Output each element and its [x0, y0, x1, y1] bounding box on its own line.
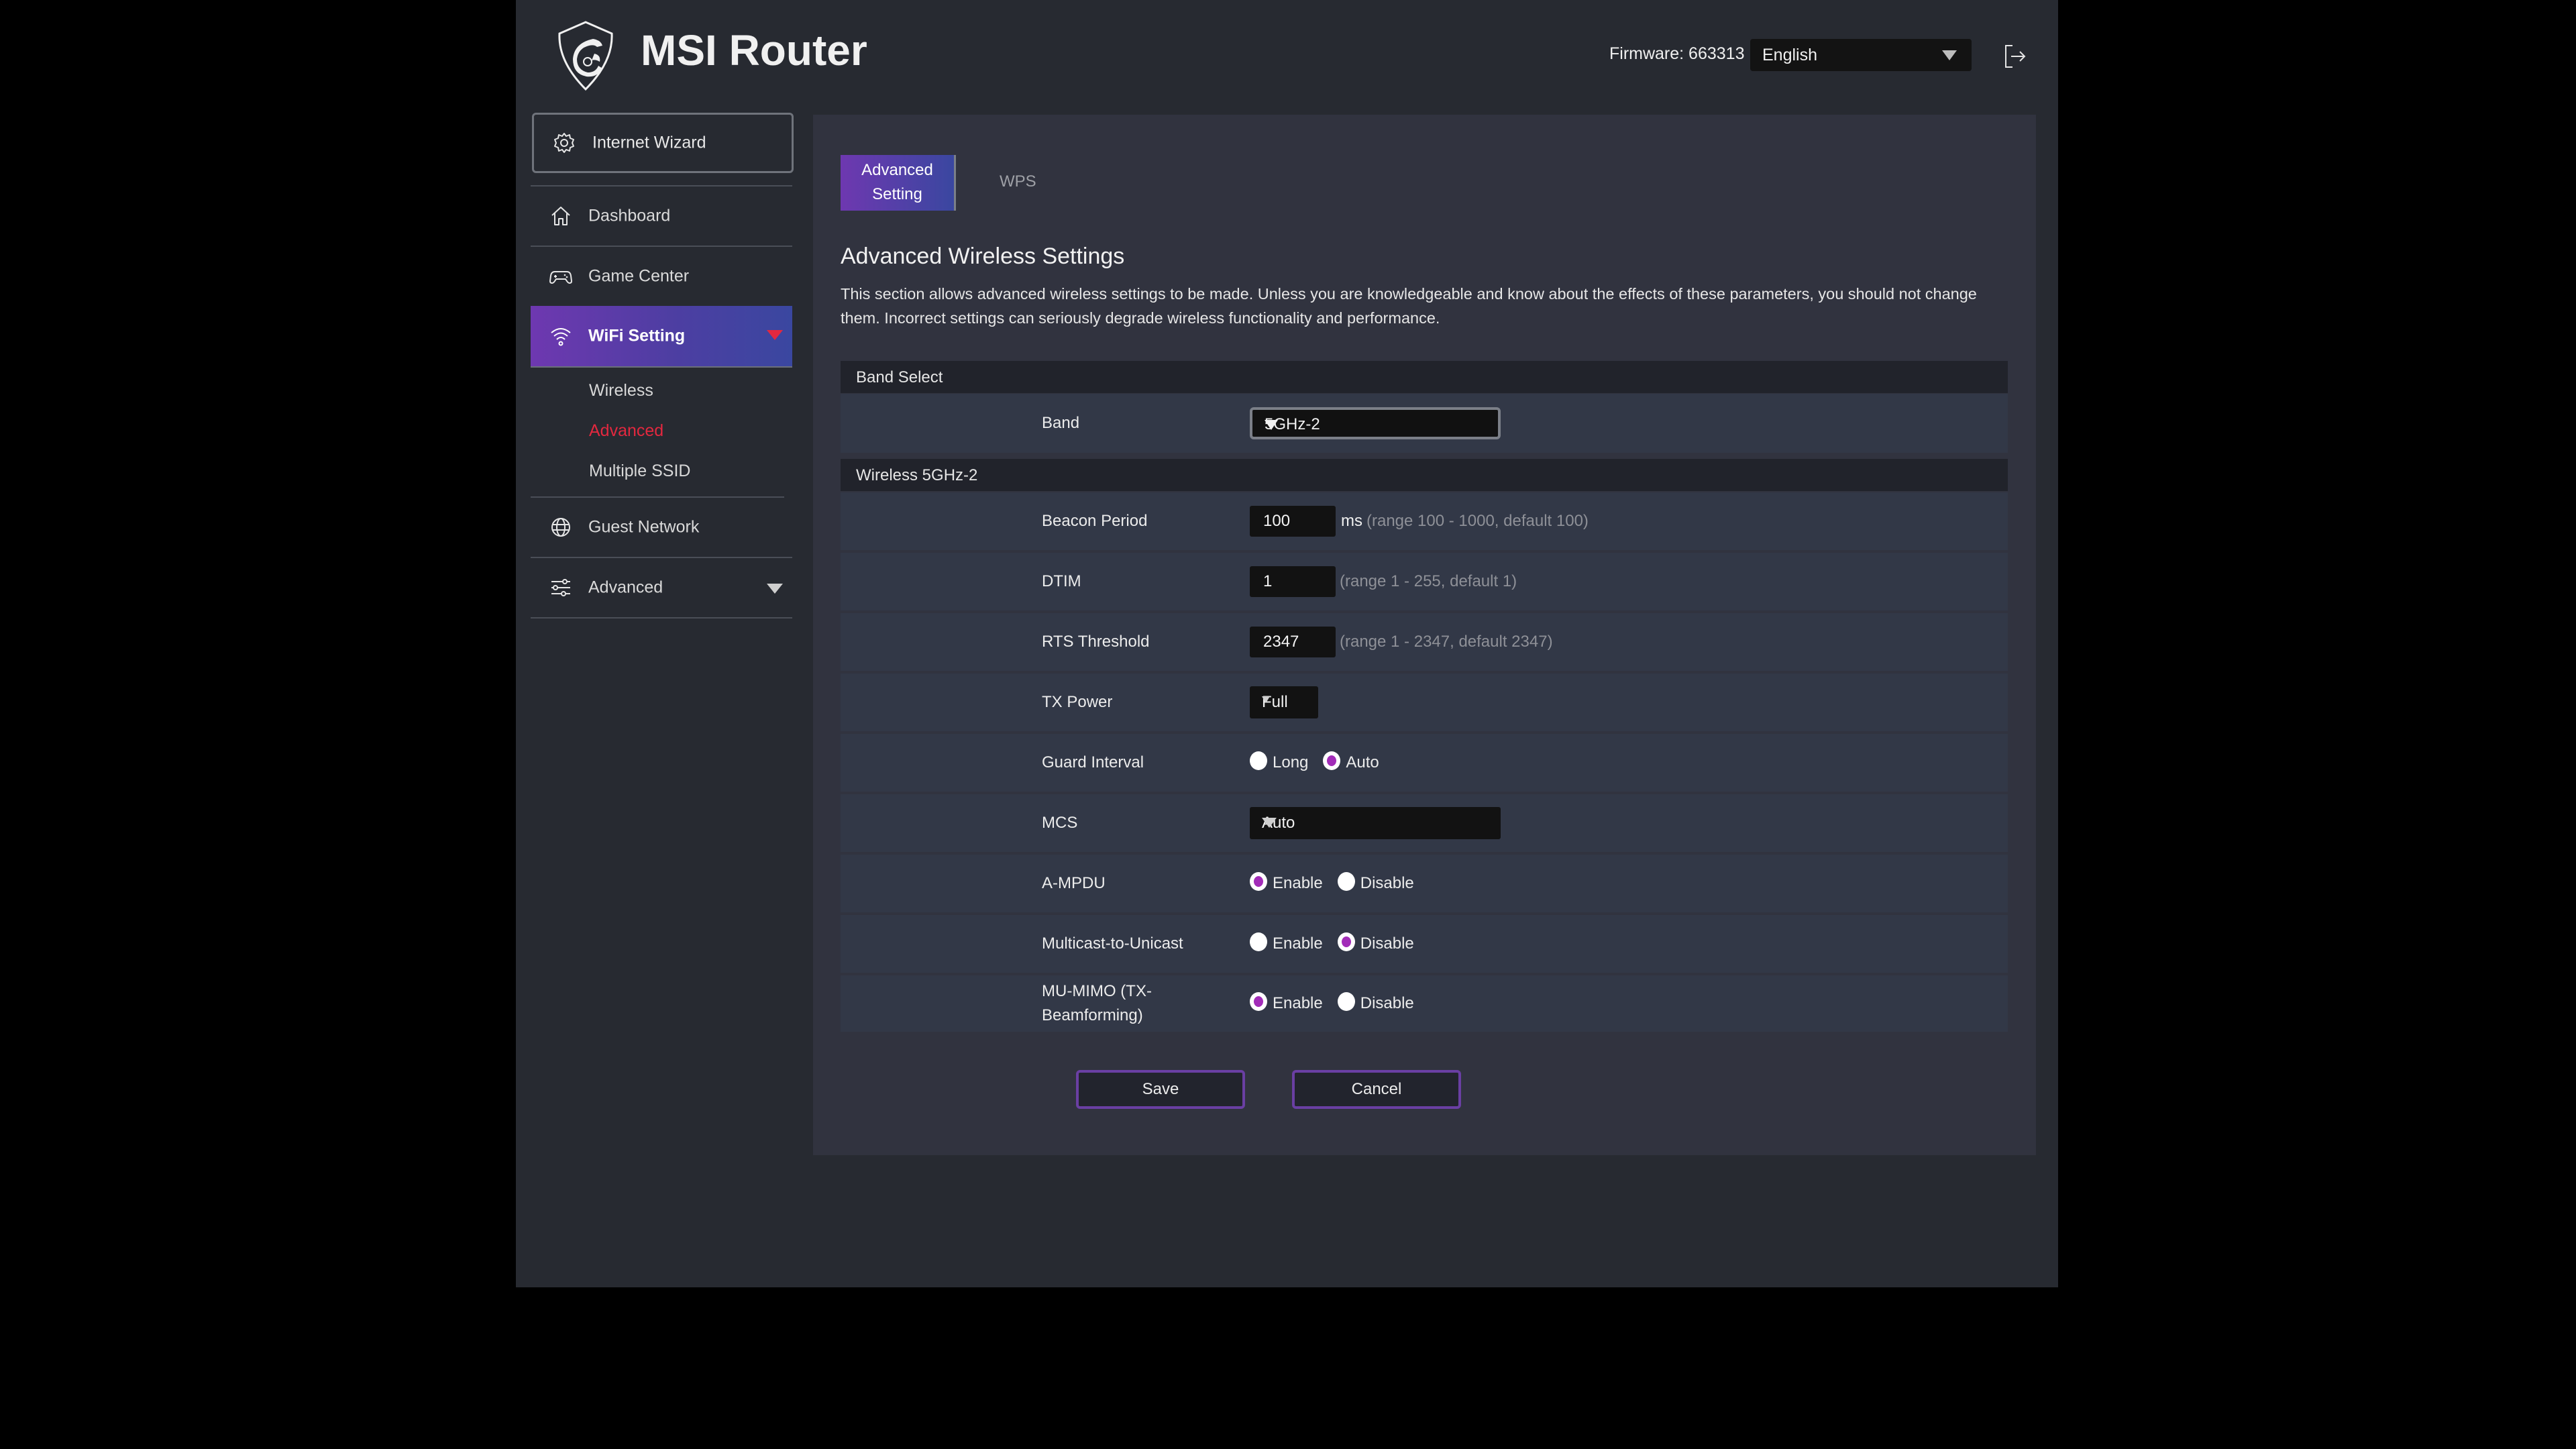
submenu-item-wireless[interactable]: Wireless	[531, 370, 784, 411]
rts-threshold-value: 2347	[1263, 633, 1299, 651]
beacon-period-label: Beacon Period	[1042, 512, 1148, 530]
chevron-down-icon[interactable]	[767, 330, 783, 340]
submenu-label: Multiple SSID	[589, 462, 691, 480]
dtim-hint: (range 1 - 255, default 1)	[1340, 572, 1517, 590]
content-panel: Advanced Setting WPS Advanced Wireless S…	[813, 115, 2036, 1155]
section-title: Wireless 5GHz-2	[856, 466, 978, 484]
home-icon	[551, 207, 570, 225]
form-row-tx-power: TX Power Full	[841, 674, 2008, 731]
rts-threshold-input[interactable]: 2347	[1250, 627, 1336, 657]
beacon-unit: ms	[1341, 512, 1362, 530]
gamepad-icon	[549, 271, 572, 284]
wifi-submenu: Wireless Advanced Multiple SSID	[531, 368, 784, 498]
language-select[interactable]: English	[1750, 39, 1972, 71]
tab-advanced-setting[interactable]: Advanced Setting	[841, 155, 956, 211]
chevron-down-icon	[1262, 696, 1270, 703]
page-description: This section allows advanced wireless se…	[841, 285, 1977, 327]
language-value: English	[1762, 46, 1817, 64]
guard-interval-auto-radio[interactable]	[1323, 751, 1341, 770]
sidebar-item-guest-network[interactable]: Guest Network	[531, 498, 792, 558]
mu-mimo-enable-radio[interactable]	[1250, 992, 1267, 1011]
form-row-mu-mimo: MU-MIMO (TX-Beamforming) Enable Disable	[841, 975, 2008, 1032]
submenu-item-advanced[interactable]: Advanced	[531, 411, 784, 451]
sidebar-item-label: Game Center	[588, 266, 690, 286]
tx-power-select[interactable]: Full	[1250, 686, 1318, 718]
form-row-multicast-to-unicast: Multicast-to-Unicast Enable Disable	[841, 915, 2008, 973]
ampdu-label: A-MPDU	[1042, 874, 1106, 892]
radio-label: Disable	[1360, 994, 1414, 1012]
rts-threshold-label: RTS Threshold	[1042, 633, 1150, 651]
dtim-input[interactable]: 1	[1250, 566, 1336, 597]
sidebar-item-dashboard[interactable]: Dashboard	[531, 186, 792, 247]
m2u-disable-radio[interactable]	[1337, 932, 1355, 951]
submenu-item-multiple-ssid[interactable]: Multiple SSID	[531, 451, 784, 491]
form-row-ampdu: A-MPDU Enable Disable	[841, 855, 2008, 912]
beacon-period-input[interactable]: 100	[1250, 506, 1336, 537]
internet-wizard-label: Internet Wizard	[592, 133, 706, 152]
radio-label: Long	[1273, 753, 1309, 771]
sidebar-item-label: Guest Network	[588, 517, 700, 537]
radio-label: Auto	[1346, 753, 1379, 771]
radio-label: Enable	[1273, 994, 1323, 1012]
sidebar-item-game-center[interactable]: Game Center	[531, 247, 792, 306]
tx-power-label: TX Power	[1042, 693, 1113, 711]
page-title: Advanced Wireless Settings	[841, 244, 1125, 269]
radio-label: Disable	[1360, 934, 1414, 953]
dtim-value: 1	[1263, 572, 1273, 590]
firmware-version: Firmware: 663313	[1609, 44, 1745, 63]
gear-icon	[554, 133, 574, 153]
cancel-button[interactable]: Cancel	[1292, 1070, 1461, 1109]
sidebar-item-label: Advanced	[588, 578, 663, 597]
guard-interval-label: Guard Interval	[1042, 753, 1144, 771]
globe-icon	[551, 518, 570, 537]
section-title: Band Select	[856, 368, 943, 386]
tab-wps[interactable]: WPS	[1000, 172, 1036, 191]
chevron-down-icon	[1942, 50, 1957, 60]
beacon-period-value: 100	[1263, 512, 1291, 530]
section-header-wireless: Wireless 5GHz-2	[841, 459, 2008, 491]
guard-interval-long-radio[interactable]	[1250, 751, 1267, 770]
sidebar-item-wifi-setting[interactable]: WiFi Setting	[531, 306, 792, 368]
form-row-guard-interval: Guard Interval Long Auto	[841, 734, 2008, 792]
beacon-hint: (range 100 - 1000, default 100)	[1366, 512, 1589, 530]
multicast-to-unicast-label: Multicast-to-Unicast	[1042, 934, 1183, 953]
dtim-label: DTIM	[1042, 572, 1081, 590]
form-row-mcs: MCS Auto	[841, 794, 2008, 852]
band-label: Band	[1042, 414, 1080, 432]
mcs-select[interactable]: Auto	[1250, 807, 1501, 839]
form-row-band: Band 5GHz-2	[841, 394, 2008, 453]
radio-label: Enable	[1273, 874, 1323, 892]
internet-wizard-button[interactable]: Internet Wizard	[532, 113, 794, 173]
router-app: MSI Router Firmware: 663313 English Inte…	[516, 0, 2058, 1287]
wifi-icon	[551, 328, 571, 346]
brand-title: MSI Router	[641, 26, 867, 74]
sidebar: Internet Wizard Dashboard Game Center Wi…	[531, 113, 794, 619]
sidebar-item-label: WiFi Setting	[588, 326, 686, 345]
section-header-band-select: Band Select	[841, 361, 2008, 393]
form-row-rts-threshold: RTS Threshold 2347 (range 1 - 2347, defa…	[841, 613, 2008, 671]
mcs-label: MCS	[1042, 814, 1078, 832]
logout-icon[interactable]	[2002, 43, 2029, 70]
mu-mimo-label: MU-MIMO (TX-Beamforming)	[1042, 982, 1152, 1024]
rts-hint: (range 1 - 2347, default 2347)	[1340, 633, 1553, 651]
submenu-label: Advanced	[589, 421, 664, 440]
sliders-icon	[551, 579, 570, 596]
form-row-beacon-period: Beacon Period 100 ms (range 100 - 1000, …	[841, 492, 2008, 550]
ampdu-enable-radio[interactable]	[1250, 872, 1267, 891]
chevron-down-icon	[1262, 818, 1277, 828]
save-button[interactable]: Save	[1076, 1070, 1245, 1109]
sidebar-item-label: Dashboard	[588, 206, 671, 225]
band-select[interactable]: 5GHz-2	[1250, 407, 1501, 439]
chevron-down-icon	[1265, 420, 1278, 430]
submenu-label: Wireless	[589, 381, 653, 400]
msi-dragon-logo-icon	[558, 21, 613, 91]
form-row-dtim: DTIM 1 (range 1 - 255, default 1)	[841, 553, 2008, 610]
radio-label: Enable	[1273, 934, 1323, 953]
radio-label: Disable	[1360, 874, 1414, 892]
mu-mimo-disable-radio[interactable]	[1337, 992, 1355, 1011]
m2u-enable-radio[interactable]	[1250, 932, 1267, 951]
chevron-down-icon[interactable]	[767, 584, 783, 594]
ampdu-disable-radio[interactable]	[1337, 872, 1355, 891]
sidebar-item-advanced[interactable]: Advanced	[531, 558, 792, 619]
